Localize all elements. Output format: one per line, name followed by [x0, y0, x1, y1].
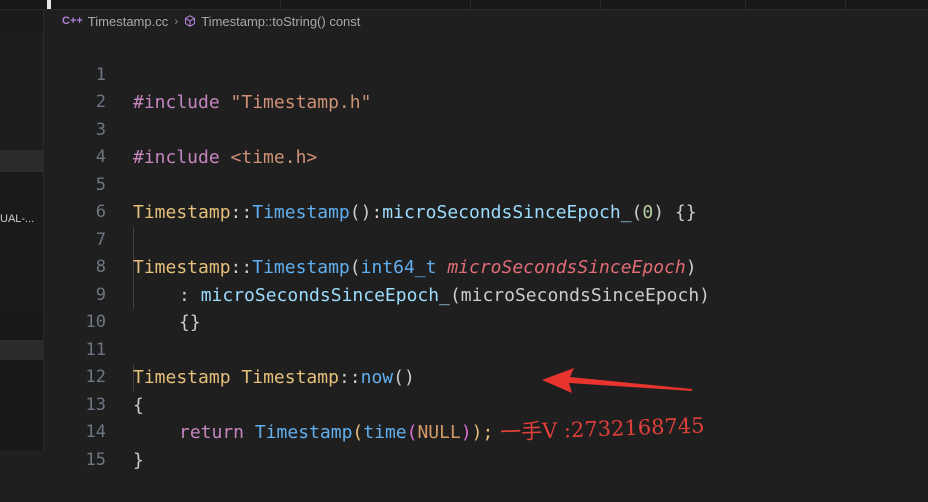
code-editor[interactable]: 1 #include "Timestamp.h" 2 3 #include <t… [44, 34, 928, 471]
red-arrow-annotation-icon [542, 368, 692, 393]
code-line[interactable]: 11 Timestamp Timestamp::now() [44, 309, 928, 389]
cpp-file-icon: C++ [62, 15, 83, 27]
editor-tab[interactable] [280, 0, 471, 9]
breadcrumb-file[interactable]: C++ Timestamp.cc [44, 14, 168, 29]
editor-tab-strip [0, 0, 928, 10]
breadcrumb-symbol[interactable]: Timestamp::toString() const [184, 14, 360, 29]
chevron-right-icon: › [174, 14, 179, 28]
code-line[interactable]: 14 } [44, 392, 928, 471]
code-line[interactable]: 7 Timestamp::Timestamp(int64_t microSeco… [44, 199, 928, 279]
code-line[interactable]: 9 {} [44, 254, 928, 334]
breadcrumb-symbol-label: Timestamp::toString() const [201, 13, 361, 29]
sidebar-item-label[interactable]: UAL-... [0, 213, 34, 225]
line-number: 15 [85, 449, 106, 470]
code-line[interactable]: 1 #include "Timestamp.h" [44, 34, 928, 114]
sidebar-row-selected[interactable] [0, 150, 43, 172]
breadcrumb: C++ Timestamp.cc › Timestamp::toString()… [44, 10, 928, 32]
editor-tab[interactable] [140, 0, 281, 9]
editor-tab[interactable] [470, 0, 601, 9]
sidebar-row[interactable] [0, 172, 43, 312]
editor-tab[interactable] [745, 0, 846, 9]
token-brace: } [133, 449, 144, 471]
editor-tab[interactable] [600, 0, 746, 9]
code-line[interactable]: 15 [44, 419, 928, 470]
active-tab-marker [47, 0, 51, 9]
code-line[interactable]: 3 #include <time.h> [44, 89, 928, 169]
method-cube-icon [185, 15, 196, 27]
sidebar-row-highlight[interactable] [0, 340, 43, 360]
code-line[interactable]: 6 [44, 172, 928, 222]
code-line[interactable]: 5 Timestamp::Timestamp():microSecondsSin… [44, 144, 928, 224]
code-line[interactable]: 8 : microSecondsSinceEpoch_(microSeconds… [44, 227, 928, 306]
explorer-sidebar: UAL-... [0, 10, 44, 450]
code-line[interactable]: 13 return Timestamp(time(NULL)); [44, 364, 928, 444]
breadcrumb-file-label: Timestamp.cc [87, 13, 169, 29]
code-line[interactable]: 2 [44, 62, 928, 112]
sidebar-row[interactable] [0, 32, 43, 150]
code-line[interactable]: 4 [44, 117, 928, 167]
code-line[interactable]: 12 { [44, 337, 928, 416]
sidebar-row[interactable] [0, 10, 43, 32]
code-line[interactable]: 10 [44, 282, 928, 332]
code-text: } [133, 447, 144, 475]
